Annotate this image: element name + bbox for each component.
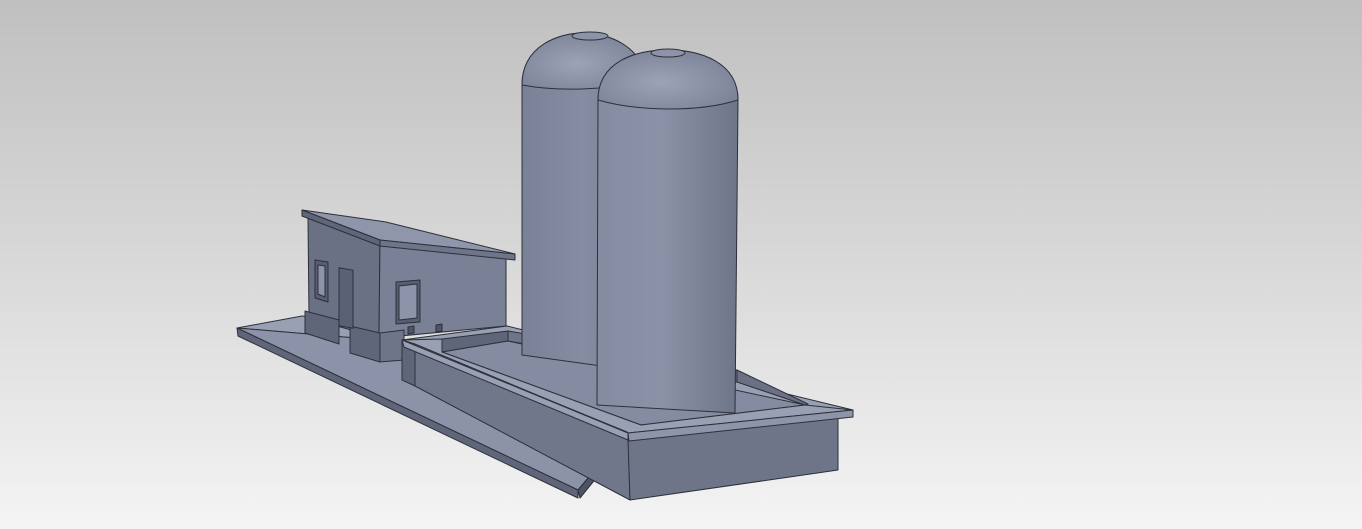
cad-graphics-viewport[interactable] (0, 0, 1362, 529)
tank-rear-nozzle (571, 31, 609, 41)
tank-front-nozzle (650, 48, 686, 58)
tank-front[interactable] (596, 48, 739, 414)
3d-model-view[interactable] (0, 0, 1362, 529)
door (338, 267, 354, 329)
